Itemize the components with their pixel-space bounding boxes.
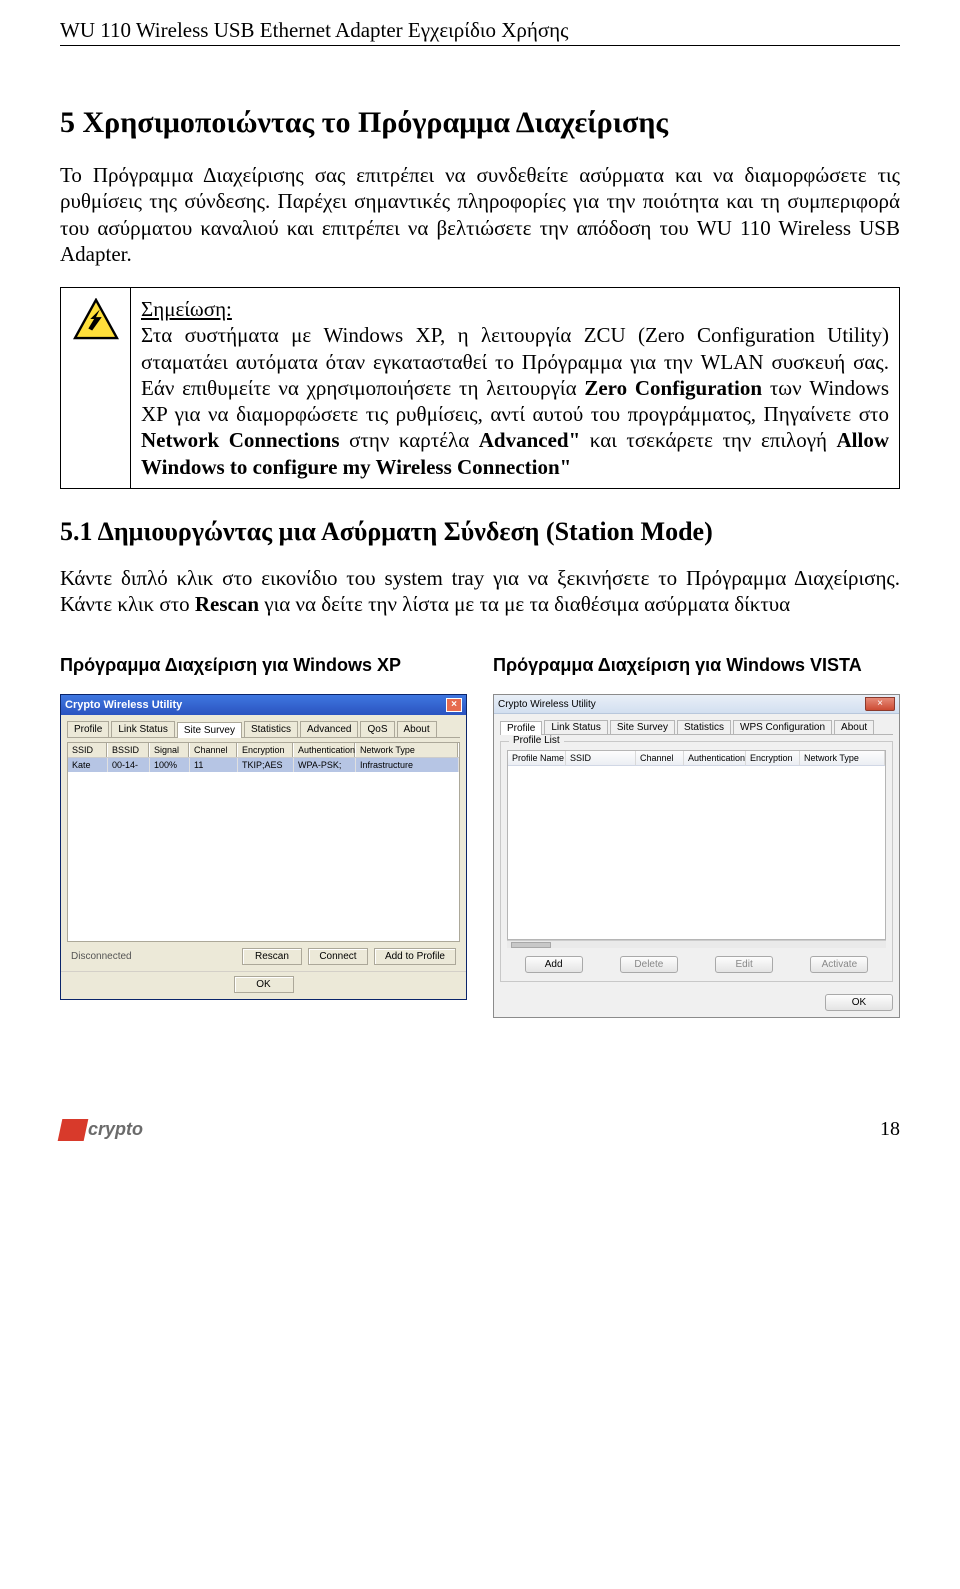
col-network-type[interactable]: Network Type [800, 751, 885, 765]
tab-link-status[interactable]: Link Status [544, 720, 607, 734]
ok-button[interactable]: OK [825, 994, 893, 1011]
delete-button: Delete [620, 956, 678, 973]
vista-header-row: Profile Name SSID Channel Authentication… [508, 751, 885, 766]
col-ssid[interactable]: SSID [566, 751, 636, 765]
tab-link-status[interactable]: Link Status [111, 721, 174, 737]
tab-about[interactable]: About [834, 720, 874, 734]
vista-tabs: Profile Link Status Site Survey Statisti… [500, 720, 893, 735]
edit-button: Edit [715, 956, 773, 973]
note-m3: και τσεκάρετε την επιλογή [580, 428, 836, 452]
crypto-logo: crypto [60, 1119, 143, 1141]
intro-text: Το Πρόγραμμα Διαχείρισης σας επιτρέπει ν… [60, 163, 900, 266]
col-profile-name[interactable]: Profile Name [508, 751, 566, 765]
table-row[interactable]: Kate 00-14- 100% 11 TKIP;AES WPA-PSK; In… [68, 758, 459, 772]
col-encryption[interactable]: Encryption [746, 751, 800, 765]
xp-body: Profile Link Status Site Survey Statisti… [61, 715, 466, 971]
vista-profile-table[interactable]: Profile Name SSID Channel Authentication… [507, 750, 886, 940]
horizontal-scrollbar[interactable] [507, 940, 886, 948]
connect-button[interactable]: Connect [308, 948, 368, 965]
crypto-logo-text: crypto [88, 1119, 143, 1140]
note-m2: στην καρτέλα [340, 428, 479, 452]
cell-bssid: 00-14- [108, 758, 150, 772]
cell-nettype: Infrastructure [356, 758, 459, 772]
ok-button[interactable]: OK [234, 976, 294, 993]
warning-triangle-icon [73, 298, 119, 340]
note-label: Σημείωση: [141, 297, 232, 321]
vista-ok-row: OK [494, 988, 899, 1017]
cell-signal: 100% [150, 758, 190, 772]
vista-window: Crypto Wireless Utility × Profile Link S… [493, 694, 900, 1018]
scrollbar-thumb[interactable] [511, 942, 551, 948]
xp-heading: Πρόγραμμα Διαχείριση για Windows XP [60, 655, 467, 676]
col-encryption[interactable]: Encryption [238, 743, 294, 757]
close-icon[interactable]: × [446, 698, 462, 712]
xp-title-text: Crypto Wireless Utility [65, 699, 182, 711]
tab-site-survey[interactable]: Site Survey [610, 720, 675, 734]
tab-site-survey[interactable]: Site Survey [177, 722, 242, 738]
note-icon-cell [61, 288, 131, 488]
vista-title-text: Crypto Wireless Utility [498, 699, 596, 710]
page-footer: crypto 18 [60, 1118, 900, 1141]
close-icon[interactable]: × [865, 697, 895, 711]
xp-tabs: Profile Link Status Site Survey Statisti… [67, 721, 460, 738]
section-title: 5 Χρησιμοποιώντας το Πρόγραμμα Διαχείρισ… [60, 106, 900, 140]
col-auth[interactable]: Authentication [684, 751, 746, 765]
xp-network-table[interactable]: SSID BSSID Signal Channel Encryption Aut… [67, 742, 460, 942]
note-b3: Advanced" [479, 428, 581, 452]
screenshot-columns: Πρόγραμμα Διαχείριση για Windows XP Cryp… [60, 655, 900, 1018]
col-network-type[interactable]: Network Type [356, 743, 459, 757]
xp-status-text: Disconnected [71, 951, 236, 962]
cell-ssid: Kate [68, 758, 108, 772]
rescan-button[interactable]: Rescan [242, 948, 302, 965]
crypto-logo-icon [58, 1119, 85, 1141]
intro-paragraph: Το Πρόγραμμα Διαχείρισης σας επιτρέπει ν… [60, 162, 900, 267]
doc-header: WU 110 Wireless USB Ethernet Adapter Εγχ… [60, 18, 900, 46]
tab-advanced[interactable]: Advanced [300, 721, 358, 737]
tab-qos[interactable]: QoS [360, 721, 394, 737]
xp-window: Crypto Wireless Utility × Profile Link S… [60, 694, 467, 1000]
tab-profile[interactable]: Profile [500, 721, 542, 735]
tab-about[interactable]: About [397, 721, 437, 737]
col-channel[interactable]: Channel [190, 743, 238, 757]
cell-auth: WPA-PSK; [294, 758, 356, 772]
xp-ok-row: OK [61, 971, 466, 999]
subsection-paragraph: Κάντε διπλό κλικ στο εικονίδιο του syste… [60, 565, 900, 618]
vista-body: Profile Link Status Site Survey Statisti… [494, 714, 899, 988]
page-number: 18 [880, 1118, 900, 1141]
note-b1: Zero Configuration [584, 376, 762, 400]
profile-list-legend: Profile List [509, 735, 564, 746]
col-signal[interactable]: Signal [150, 743, 190, 757]
vista-titlebar: Crypto Wireless Utility × [494, 695, 899, 714]
tab-statistics[interactable]: Statistics [677, 720, 731, 734]
vista-column: Πρόγραμμα Διαχείριση για Windows VISTA C… [493, 655, 900, 1018]
xp-header-row: SSID BSSID Signal Channel Encryption Aut… [68, 743, 459, 758]
vista-button-row: Add Delete Edit Activate [507, 948, 886, 975]
add-to-profile-button[interactable]: Add to Profile [374, 948, 456, 965]
note-text: Σημείωση: Στα συστήματα με Windows XP, η… [131, 288, 899, 488]
doc-header-text: WU 110 Wireless USB Ethernet Adapter Εγχ… [60, 18, 568, 42]
tab-statistics[interactable]: Statistics [244, 721, 298, 737]
subsection-title: 5.1 Δημιουργώντας μια Ασύρματη Σύνδεση (… [60, 517, 900, 547]
cell-channel: 11 [190, 758, 238, 772]
xp-bottom-bar: Disconnected Rescan Connect Add to Profi… [67, 942, 460, 967]
col-auth[interactable]: Authentication [294, 743, 356, 757]
note-box: Σημείωση: Στα συστήματα με Windows XP, η… [60, 287, 900, 489]
vista-heading: Πρόγραμμα Διαχείριση για Windows VISTA [493, 655, 900, 676]
tab-profile[interactable]: Profile [67, 721, 109, 737]
col-ssid[interactable]: SSID [68, 743, 108, 757]
cell-encryption: TKIP;AES [238, 758, 294, 772]
profile-list-group: Profile List Profile Name SSID Channel A… [500, 741, 893, 982]
sub-bold: Rescan [195, 592, 259, 616]
tab-wps-config[interactable]: WPS Configuration [733, 720, 832, 734]
col-channel[interactable]: Channel [636, 751, 684, 765]
col-bssid[interactable]: BSSID [108, 743, 150, 757]
xp-column: Πρόγραμμα Διαχείριση για Windows XP Cryp… [60, 655, 467, 1018]
sub-post: για να δείτε την λίστα με τα με τα διαθέ… [259, 592, 790, 616]
activate-button: Activate [810, 956, 868, 973]
note-b2: Network Connections [141, 428, 340, 452]
add-button[interactable]: Add [525, 956, 583, 973]
xp-titlebar: Crypto Wireless Utility × [61, 695, 466, 715]
